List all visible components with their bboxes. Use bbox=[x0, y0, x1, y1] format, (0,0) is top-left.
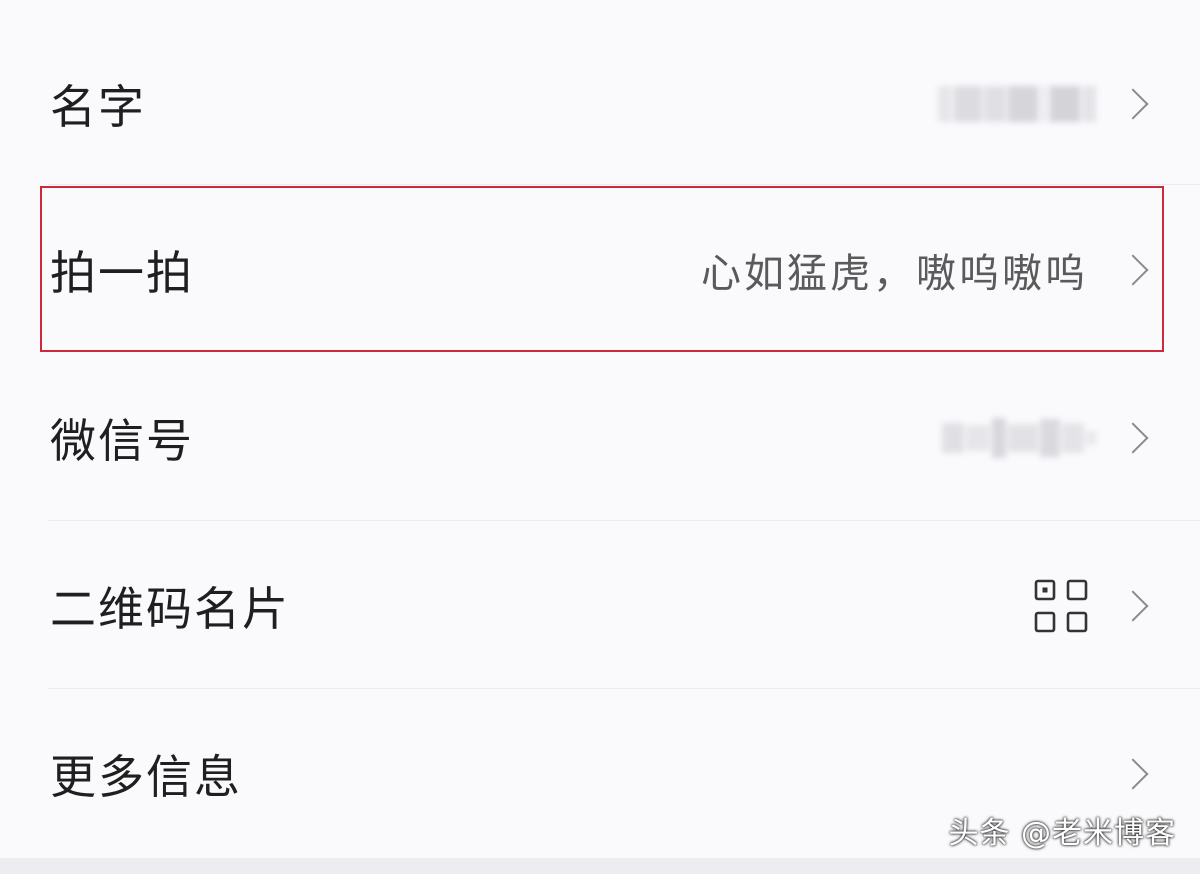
row-pat-label: 拍一拍 bbox=[50, 246, 194, 300]
row-wechat-id-label: 微信号 bbox=[50, 414, 194, 468]
qr-code-icon bbox=[1034, 579, 1088, 633]
row-name[interactable]: 名字 bbox=[0, 20, 1200, 188]
row-qr-code-label: 二维码名片 bbox=[50, 582, 290, 636]
chevron-right-icon bbox=[1117, 254, 1149, 286]
row-more-info-label: 更多信息 bbox=[50, 750, 242, 804]
divider bbox=[48, 184, 1200, 185]
row-pat-value: 心如猛虎，嗷呜嗷呜 bbox=[701, 251, 1088, 297]
chevron-right-icon bbox=[1117, 88, 1149, 120]
row-wechat-id[interactable]: 微信号 bbox=[0, 354, 1200, 522]
chevron-right-icon bbox=[1117, 590, 1149, 622]
divider bbox=[48, 520, 1200, 521]
row-pat[interactable]: 拍一拍 心如猛虎，嗷呜嗷呜 bbox=[0, 186, 1200, 354]
profile-settings-page: 名字 拍一拍 心如猛虎，嗷呜嗷呜 微信号 二维码名片 更多信息 头条 @老米博客 bbox=[0, 0, 1200, 874]
chevron-right-icon bbox=[1117, 422, 1149, 454]
footer-band bbox=[0, 858, 1200, 874]
divider bbox=[48, 688, 1200, 689]
row-name-label: 名字 bbox=[50, 80, 146, 134]
chevron-right-icon bbox=[1117, 758, 1149, 790]
wechat-id-value-redacted bbox=[942, 413, 1096, 463]
watermark: 头条 @老米博客 bbox=[948, 816, 1176, 851]
row-qr-code[interactable]: 二维码名片 bbox=[0, 522, 1200, 690]
name-value-redacted bbox=[938, 79, 1096, 129]
